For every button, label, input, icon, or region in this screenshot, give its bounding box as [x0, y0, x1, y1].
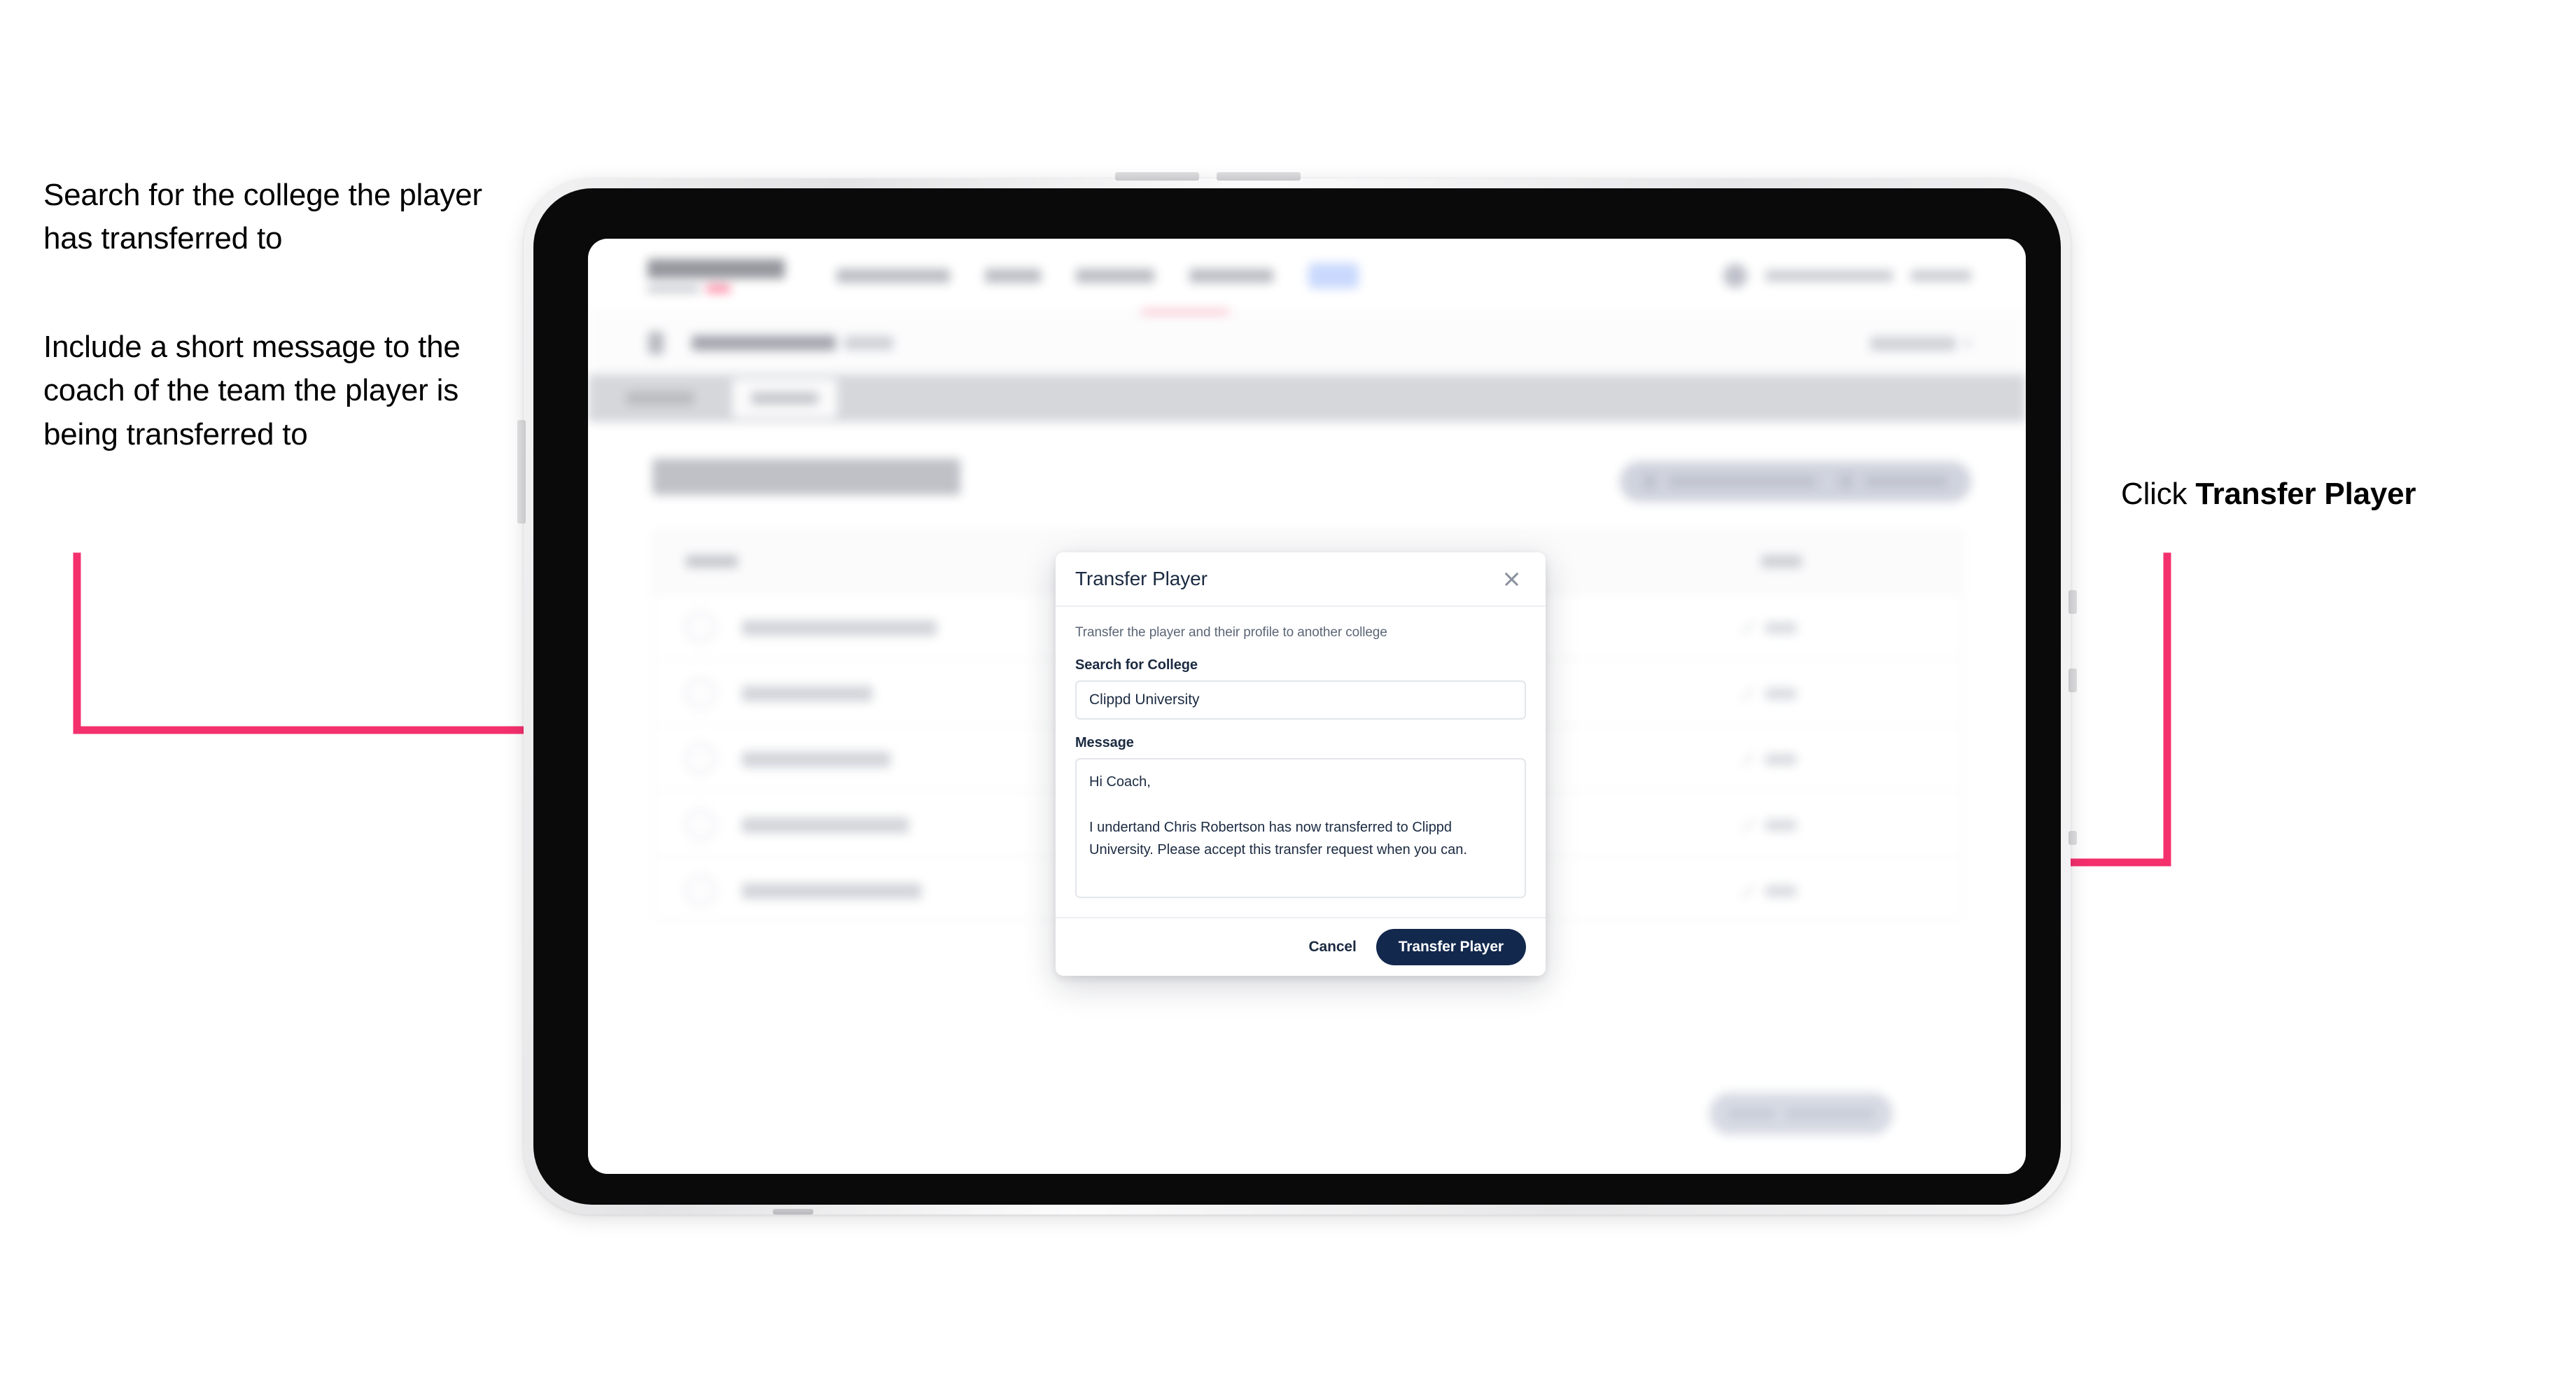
tablet-bezel: Transfer Player Transfer the player and … [533, 188, 2061, 1205]
tab-strip [588, 374, 2026, 422]
annotation-include-message: Include a short message to the coach of … [43, 330, 461, 451]
modal-title: Transfer Player [1075, 568, 1208, 589]
brand-subtitle [648, 285, 788, 293]
annotation-click-bold: Transfer Player [2195, 477, 2416, 511]
brand-accent-mark [706, 285, 730, 293]
annotation-click-transfer: Click Transfer Player [2121, 472, 2555, 516]
breadcrumb-year [844, 336, 893, 350]
avatar [685, 743, 717, 775]
avatar [685, 611, 717, 643]
annotation-search-college: Search for the college the player has tr… [43, 178, 482, 256]
avatar[interactable] [1723, 264, 1747, 288]
edit-link[interactable] [1765, 688, 1796, 699]
transfer-icon [1644, 474, 1656, 489]
tab-events-label [626, 392, 694, 405]
chevron-down-icon[interactable] [1963, 341, 1973, 348]
account-email [1765, 270, 1893, 281]
transfer-player-button[interactable]: Transfer Player [1376, 929, 1526, 965]
modal-description: Transfer the player and their profile to… [1075, 625, 1387, 640]
nav-account-area [1723, 264, 1971, 288]
avatar [685, 808, 717, 841]
pencil-icon[interactable] [1741, 884, 1754, 897]
tablet-screen: Transfer Player Transfer the player and … [588, 239, 2026, 1174]
breadcrumb-bar [588, 316, 2026, 373]
brand-subtitle-text [648, 285, 699, 293]
volume-down-button[interactable] [1217, 172, 1301, 181]
search-college-input[interactable] [1075, 680, 1526, 720]
player-name [742, 752, 890, 767]
edit-link[interactable] [1765, 754, 1796, 765]
cancel-button[interactable]: Cancel [1308, 939, 1356, 955]
screenshot-canvas: Search for the college the player has tr… [0, 0, 2576, 1386]
plus-icon [1840, 474, 1852, 489]
search-college-label: Search for College [1075, 657, 1198, 673]
power-button[interactable] [517, 420, 526, 524]
avatar [685, 874, 717, 906]
message-textarea[interactable] [1075, 758, 1526, 898]
request-player-transfer-label [1669, 476, 1819, 487]
transfer-player-modal: Transfer Player Transfer the player and … [1056, 552, 1546, 976]
avatar [685, 677, 717, 709]
page-title [652, 458, 960, 495]
bottom-connector [773, 1209, 813, 1214]
add-player-label [1865, 476, 1947, 487]
pencil-icon[interactable] [1741, 752, 1754, 766]
annotation-click-prefix: Click [2121, 477, 2196, 511]
season-selector-label[interactable] [1870, 337, 1956, 351]
save-roster-changes-label-b [1786, 1108, 1874, 1119]
trophy-icon [648, 332, 664, 354]
player-name [742, 686, 872, 701]
brand-logo[interactable] [648, 259, 788, 293]
pencil-icon[interactable] [1741, 621, 1754, 634]
player-name [742, 818, 909, 833]
modal-body: Transfer the player and their profile to… [1056, 607, 1546, 917]
pencil-icon[interactable] [1741, 818, 1754, 832]
pencil-icon[interactable] [1741, 687, 1754, 700]
sign-out-button[interactable] [1911, 270, 1971, 281]
edit-link[interactable] [1765, 820, 1796, 831]
edit-link[interactable] [1765, 886, 1796, 897]
nav-item-schedule[interactable] [1076, 269, 1154, 283]
column-header-edit [1761, 555, 1802, 568]
brand-wordmark [648, 259, 785, 279]
breadcrumb-label [692, 335, 836, 351]
player-name [742, 883, 921, 899]
app-top-nav [588, 239, 2026, 314]
modal-footer: Cancel Transfer Player [1056, 917, 1546, 976]
nav-item-tournaments[interactable] [836, 269, 950, 283]
nav-active-underline [1141, 309, 1229, 314]
tab-roster-label [751, 392, 818, 405]
message-label: Message [1075, 735, 1134, 750]
modal-header: Transfer Player [1056, 552, 1546, 607]
close-icon[interactable] [1501, 568, 1522, 589]
column-header-name [686, 555, 738, 568]
tablet-device: Transfer Player Transfer the player and … [517, 172, 2077, 1214]
nav-item-analytics[interactable] [1189, 269, 1273, 283]
add-player-button[interactable] [1816, 461, 1971, 502]
side-connector-2 [2068, 668, 2077, 692]
save-roster-changes-label-a [1728, 1108, 1774, 1119]
side-connector-3 [2068, 831, 2077, 845]
save-roster-changes-button[interactable] [1709, 1093, 1893, 1135]
volume-up-button[interactable] [1115, 172, 1199, 181]
nav-items [836, 263, 1359, 288]
nav-item-roster[interactable] [1308, 263, 1359, 288]
edit-link[interactable] [1765, 622, 1796, 634]
player-name [742, 620, 937, 636]
nav-item-team[interactable] [985, 269, 1041, 283]
tab-roster[interactable] [732, 379, 837, 418]
side-connector-1 [2068, 590, 2077, 614]
tab-events[interactable] [608, 374, 713, 422]
